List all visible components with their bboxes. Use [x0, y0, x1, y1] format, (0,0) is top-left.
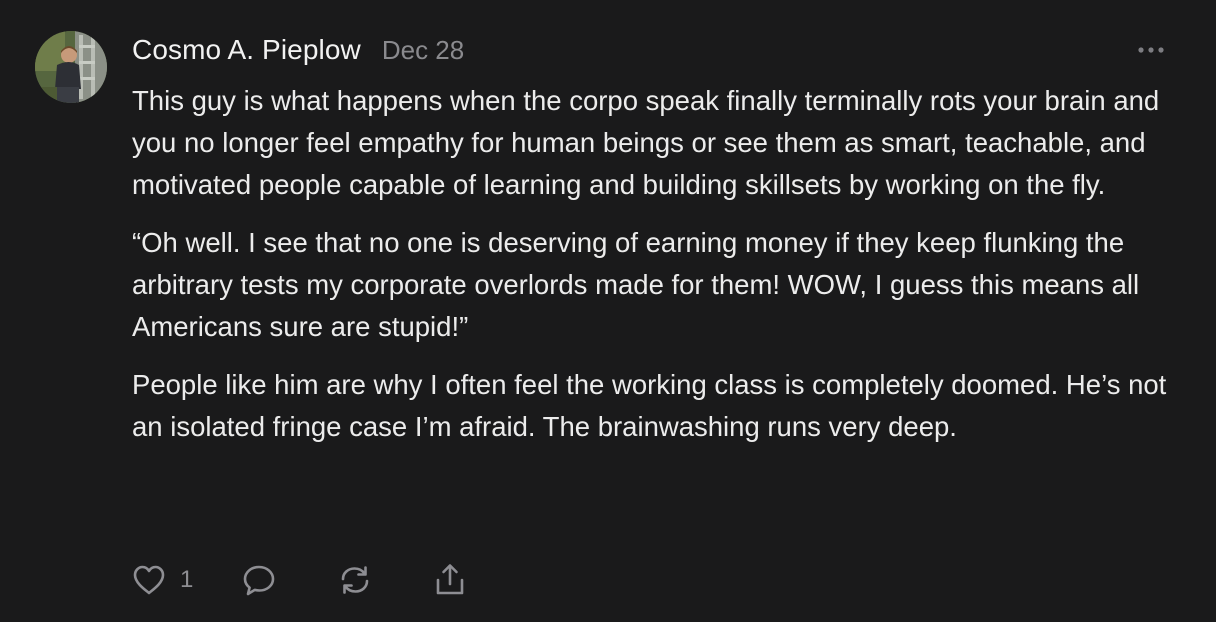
author-name[interactable]: Cosmo A. Pieplow — [132, 34, 361, 66]
post-paragraph: “Oh well. I see that no one is deserving… — [132, 227, 1140, 342]
comment-bubble-icon — [244, 565, 275, 596]
share-icon — [437, 564, 464, 595]
heart-icon — [133, 565, 165, 595]
comment-button[interactable] — [241, 563, 277, 597]
post-body: This guy is what happens when the corpo … — [132, 80, 1192, 464]
more-horizontal-icon — [1138, 47, 1164, 53]
post-paragraph: This guy is what happens when the corpo … — [132, 85, 1160, 200]
like-button[interactable]: 1 — [132, 564, 193, 596]
restack-button[interactable] — [337, 563, 373, 597]
more-options-button[interactable] — [1136, 40, 1166, 60]
post-card: Cosmo A. Pieplow Dec 28 This guy is what… — [0, 0, 1216, 622]
post-header: Cosmo A. Pieplow Dec 28 — [132, 34, 464, 70]
like-count: 1 — [180, 566, 194, 593]
action-bar: 1 — [132, 561, 467, 599]
post-date[interactable]: Dec 28 — [382, 35, 464, 66]
restack-icon — [342, 566, 369, 594]
avatar[interactable] — [35, 31, 107, 103]
post-paragraph: People like him are why I often feel the… — [132, 369, 1167, 442]
share-button[interactable] — [433, 562, 467, 598]
avatar-photo — [35, 31, 107, 103]
